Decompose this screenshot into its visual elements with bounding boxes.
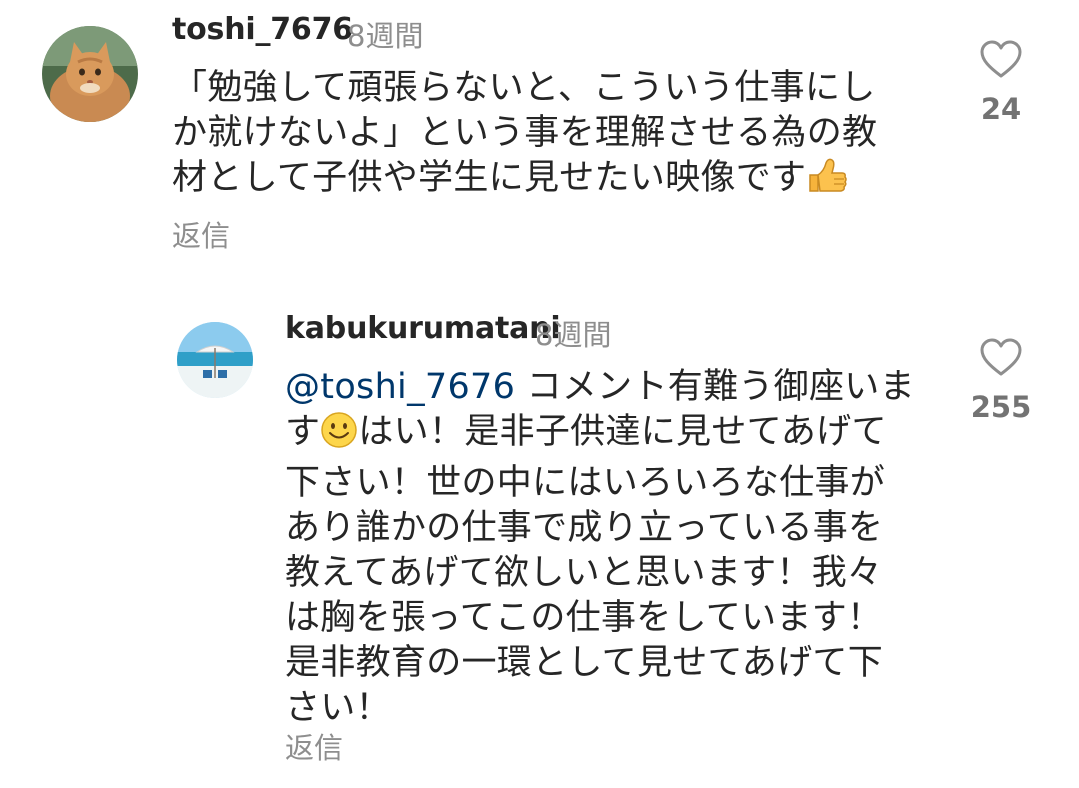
comment-text-line: す はい！是非子供達に見せてあげて bbox=[285, 410, 925, 461]
comment-text-line: あり誰かの仕事で成り立っている事を bbox=[285, 508, 884, 548]
comment-timestamp: 8週間 bbox=[535, 318, 612, 352]
comment-text-line: @toshi_7676 コメント有難う御座いま bbox=[285, 367, 915, 407]
comment-text-line: 是非教育の一環として見せてあげて下 bbox=[285, 643, 884, 683]
like-count: 255 bbox=[970, 390, 1032, 424]
heart-icon[interactable] bbox=[979, 40, 1023, 80]
mention-link[interactable]: @toshi_7676 bbox=[285, 367, 515, 407]
smiley-icon bbox=[320, 411, 358, 461]
heart-icon[interactable] bbox=[979, 338, 1023, 378]
comment-text-line: 下さい！世の中にはいろいろな仕事が bbox=[285, 463, 886, 503]
comment-text: 「勉強して頑張らないと、こういう仕事にし か就けないよ」という事を理解させる為の… bbox=[172, 66, 932, 207]
comment-text-line: 教えてあげて欲しいと思います！我々 bbox=[285, 553, 883, 593]
avatar[interactable] bbox=[42, 26, 138, 122]
comment-item: toshi_7676 8週間 「勉強して頑張らないと、こういう仕事にし か就けな… bbox=[0, 0, 1079, 280]
reply-button[interactable]: 返信 bbox=[172, 213, 230, 255]
reply-comment-item: kabukurumatani 8週間 @toshi_7676 コメント有難う御座… bbox=[0, 300, 1079, 788]
comment-text-line: 材として子供や学生に見せたい映像です bbox=[172, 156, 932, 207]
like-area: 255 bbox=[956, 338, 1046, 424]
comment-username[interactable]: kabukurumatani bbox=[285, 311, 561, 346]
comment-text: @toshi_7676 コメント有難う御座いま す はい！是非子供達に見せてあげ… bbox=[285, 365, 925, 731]
avatar[interactable] bbox=[177, 322, 253, 398]
reply-button[interactable]: 返信 bbox=[285, 725, 343, 767]
thumbs-up-icon bbox=[806, 157, 848, 207]
beach-avatar-image bbox=[177, 322, 253, 398]
like-count: 24 bbox=[980, 92, 1022, 126]
cat-avatar-image bbox=[42, 26, 138, 122]
comment-timestamp: 8週間 bbox=[347, 19, 424, 53]
comment-text-line: 「勉強して頑張らないと、こういう仕事にし bbox=[172, 68, 876, 108]
comment-text-line: は胸を張ってこの仕事をしています！ bbox=[285, 598, 883, 638]
comment-text-line: か就けないよ」という事を理解させる為の教 bbox=[172, 113, 878, 153]
like-area: 24 bbox=[956, 40, 1046, 126]
comment-text-line: さい！ bbox=[285, 688, 391, 728]
comment-username[interactable]: toshi_7676 bbox=[172, 12, 353, 47]
